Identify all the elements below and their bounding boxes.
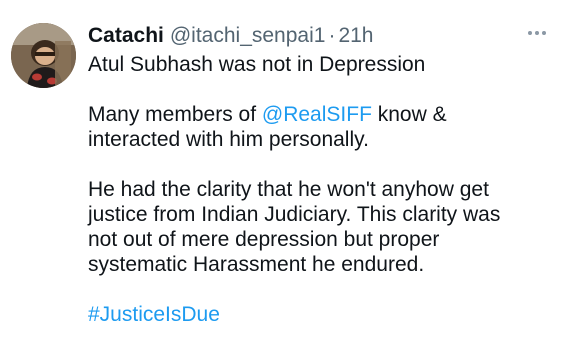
mention-link[interactable]: @RealSIFF [262, 103, 372, 126]
tweet-line: not out of mere depression but proper [88, 228, 440, 251]
tweet-card[interactable]: Catachi @itachi_senpai1 · 21h Atul Subha… [0, 0, 566, 360]
tweet-header: Catachi @itachi_senpai1 · 21h [88, 23, 374, 49]
author-handle[interactable]: @itachi_senpai1 [170, 23, 326, 49]
tweet-line: justice from Indian Judiciary. This clar… [88, 203, 501, 226]
tweet-line-mention: Many members of @RealSIFF know & [88, 102, 538, 127]
separator-dot: · [328, 24, 336, 47]
hashtag-link[interactable]: #JusticeIsDue [88, 303, 220, 326]
tweet-line: systematic Harassment he endured. [88, 253, 425, 276]
more-dot [528, 31, 532, 35]
tweet-line: He had the clarity that he won't anyhow … [88, 178, 489, 201]
tweet-timestamp[interactable]: 21h [338, 23, 373, 49]
author-display-name[interactable]: Catachi [88, 23, 164, 49]
avatar-image [11, 23, 76, 88]
tweet-line-1: Atul Subhash was not in Depression [88, 53, 426, 76]
mention-prefix-text: Many members of [88, 103, 262, 126]
mention-suffix-text: know & [371, 103, 447, 126]
tweet-line: interacted with him personally. [88, 128, 369, 151]
more-options-icon[interactable] [522, 22, 552, 44]
tweet-body: Atul Subhash was not in Depression Many … [88, 52, 538, 327]
profile-avatar[interactable] [11, 23, 76, 88]
hashtag-line: #JusticeIsDue [88, 302, 538, 327]
more-dot [542, 31, 546, 35]
more-dot [535, 31, 539, 35]
